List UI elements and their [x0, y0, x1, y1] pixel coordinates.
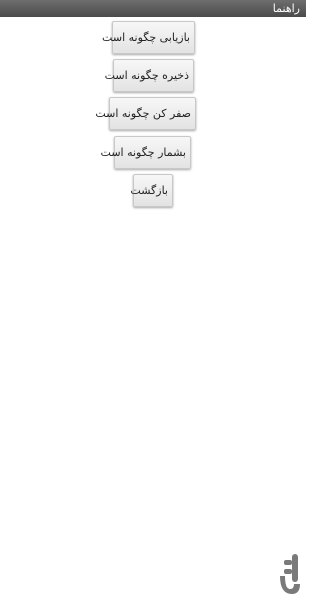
- help-menu: بازیابی چگونه است ذخیره چگونه است صفر کن…: [0, 0, 306, 600]
- restore-help-button[interactable]: بازیابی چگونه است: [102, 21, 195, 54]
- count-help-button[interactable]: بشمار چگونه است: [101, 136, 191, 169]
- app-store-logo-icon: [280, 554, 300, 594]
- reset-help-button[interactable]: صفر کن چگونه است: [95, 97, 196, 130]
- save-help-button[interactable]: ذخیره چگونه است: [105, 59, 194, 92]
- back-button[interactable]: بازگشت: [130, 174, 173, 207]
